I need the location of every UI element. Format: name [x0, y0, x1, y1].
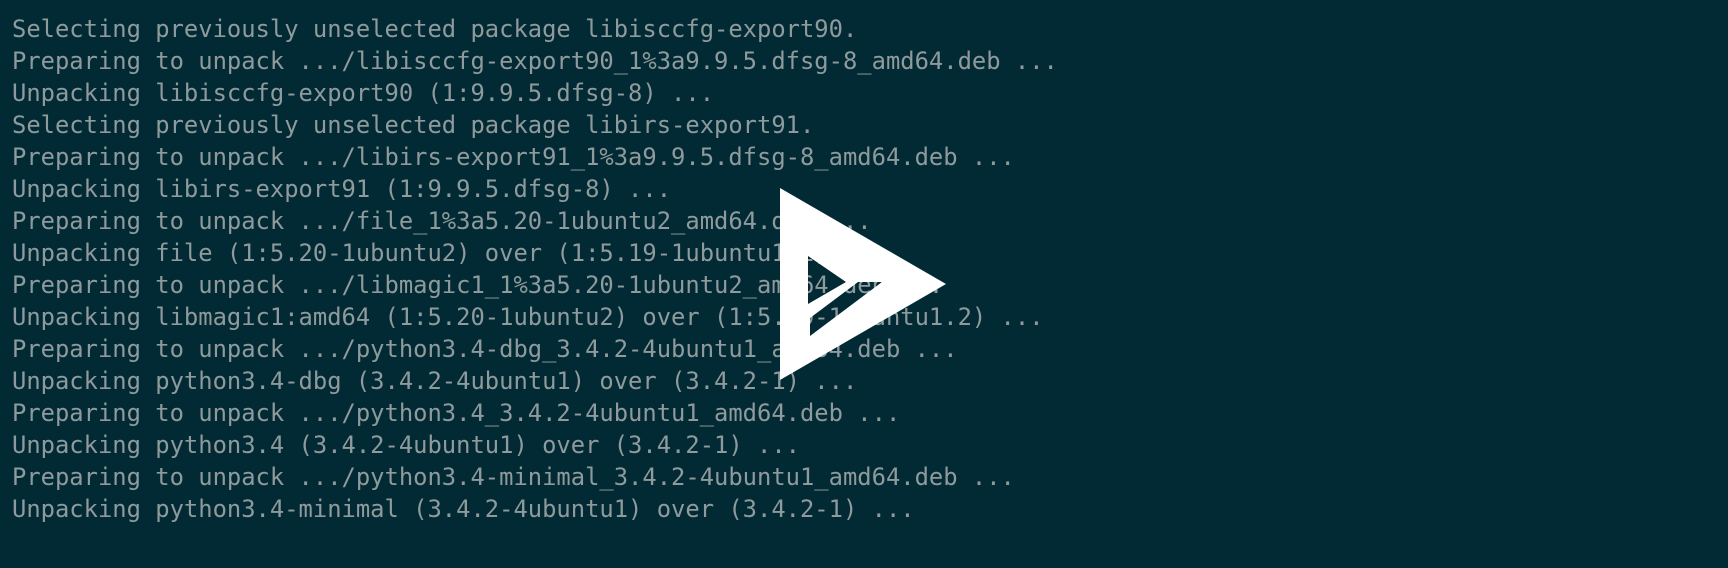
terminal-line: Selecting previously unselected package …	[12, 111, 815, 139]
terminal-line: Preparing to unpack .../libirs-export91_…	[12, 143, 1015, 171]
terminal-window: Selecting previously unselected package …	[0, 0, 1728, 568]
play-button[interactable]	[780, 188, 948, 380]
terminal-line: Unpacking libisccfg-export90 (1:9.9.5.df…	[12, 79, 715, 107]
terminal-line: Preparing to unpack .../python3.4-minima…	[12, 463, 1015, 491]
terminal-line: Preparing to unpack .../python3.4_3.4.2-…	[12, 399, 901, 427]
terminal-line: Unpacking python3.4 (3.4.2-4ubuntu1) ove…	[12, 431, 800, 459]
terminal-line: Unpacking python3.4-minimal (3.4.2-4ubun…	[12, 495, 915, 523]
terminal-line: Preparing to unpack .../libisccfg-export…	[12, 47, 1058, 75]
play-icon	[780, 188, 946, 380]
terminal-line: Selecting previously unselected package …	[12, 15, 858, 43]
